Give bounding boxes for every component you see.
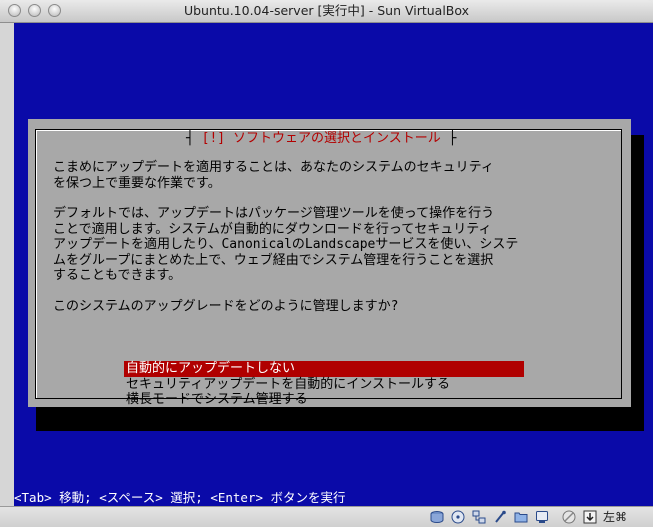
vm-screen[interactable]: ┤ [!] ソフトウェアの選択とインストール ├ こまめにアップデートを適用する… bbox=[14, 23, 653, 506]
virtualbox-window: Ubuntu.10.04-server [実行中] - Sun VirtualB… bbox=[0, 0, 653, 527]
hard-disk-icon[interactable] bbox=[430, 510, 444, 524]
dialog-body: こまめにアップデートを適用することは、あなたのシステムのセキュリティ を保つ上で… bbox=[53, 160, 613, 329]
host-key-arrow-icon bbox=[583, 510, 597, 524]
paragraph-intro: こまめにアップデートを適用することは、あなたのシステムのセキュリティ を保つ上で… bbox=[53, 160, 494, 191]
paragraph-question: このシステムのアップグレードをどのように管理しますか? bbox=[53, 298, 399, 314]
dialog-title-text: [!] ソフトウェアの選択とインストール bbox=[201, 131, 441, 146]
option-no-automatic-updates[interactable]: 自動的にアップデートしない bbox=[124, 361, 524, 377]
display-icon[interactable] bbox=[535, 510, 549, 524]
paragraph-default: デフォルトでは、アップデートはパッケージ管理ツールを使って操作を行う ことで適用… bbox=[53, 206, 519, 283]
usb-icon[interactable] bbox=[493, 510, 507, 524]
optical-drive-icon[interactable] bbox=[451, 510, 465, 524]
installer-dialog: ┤ [!] ソフトウェアの選択とインストール ├ こまめにアップデートを適用する… bbox=[28, 119, 631, 407]
window-title: Ubuntu.10.04-server [実行中] - Sun VirtualB… bbox=[183, 3, 470, 18]
title-bar[interactable]: Ubuntu.10.04-server [実行中] - Sun VirtualB… bbox=[0, 0, 653, 23]
network-icon[interactable] bbox=[472, 510, 486, 524]
shared-folder-icon[interactable] bbox=[514, 510, 528, 524]
update-options-list: 自動的にアップデートしない セキュリティアップデートを自動的にインストールする … bbox=[124, 361, 524, 408]
keyboard-hint: <Tab> 移動; <スペース> 選択; <Enter> ボタンを実行 bbox=[14, 490, 346, 505]
option-install-security-updates[interactable]: セキュリティアップデートを自動的にインストールする bbox=[124, 377, 524, 393]
dialog-frame: ┤ [!] ソフトウェアの選択とインストール ├ こまめにアップデートを適用する… bbox=[35, 129, 622, 407]
option-landscape-management[interactable]: 横長モードでシステム管理する bbox=[124, 392, 524, 408]
mouse-integration-icon[interactable] bbox=[562, 510, 576, 524]
status-bar: 左⌘ bbox=[0, 506, 653, 527]
dialog-title: ┤ [!] ソフトウェアの選択とインストール ├ bbox=[178, 131, 465, 147]
host-key-label: 左⌘ bbox=[603, 510, 628, 524]
